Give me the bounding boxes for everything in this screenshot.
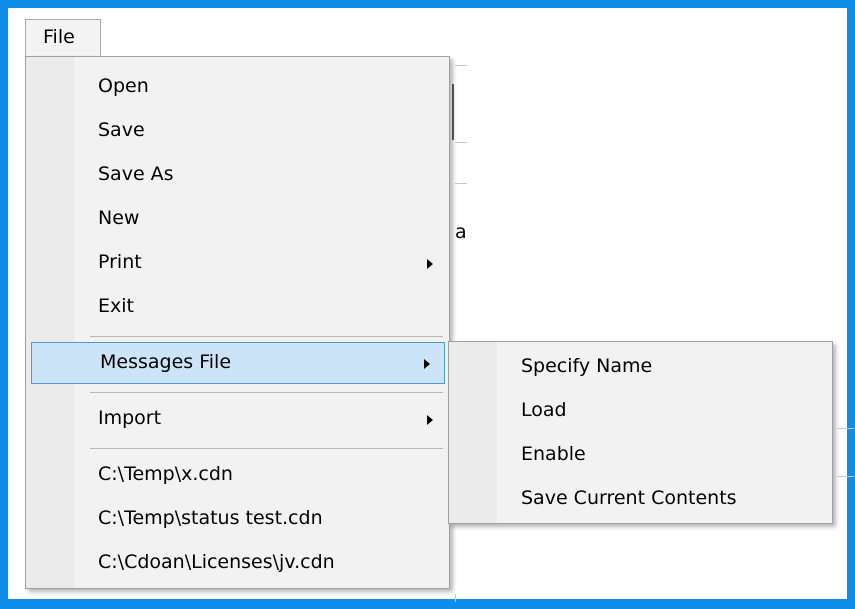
menu-item-open[interactable]: Open: [28, 67, 447, 109]
menu-item-label: Messages File: [100, 351, 232, 373]
menu-item-enable[interactable]: Enable: [451, 435, 830, 477]
submenu-arrow-icon: [427, 259, 433, 269]
menu-item-label: Specify Name: [521, 355, 653, 377]
background-divider: [838, 428, 854, 429]
menu-item-label: New: [98, 207, 140, 229]
menu-item-label: Load: [521, 399, 567, 421]
recent-file-item[interactable]: C:\Temp\x.cdn: [28, 455, 447, 497]
recent-file-label: C:\Cdoan\Licenses\jv.cdn: [98, 551, 335, 573]
background-divider: [455, 594, 456, 602]
menu-separator: [90, 392, 443, 393]
menu-item-label: Save Current Contents: [521, 487, 737, 509]
menu-file-label: File: [43, 26, 75, 48]
menu-item-print[interactable]: Print: [28, 243, 447, 285]
background-divider: [455, 142, 467, 143]
menu-file[interactable]: File: [25, 19, 101, 57]
menu-item-messages-file[interactable]: Messages File: [31, 342, 445, 384]
file-menu: Open Save Save As New Print Exit Message…: [25, 56, 450, 589]
recent-file-item[interactable]: C:\Temp\status test.cdn: [28, 499, 447, 541]
background-text-fragment: a: [455, 221, 467, 243]
menu-item-specify-name[interactable]: Specify Name: [451, 347, 830, 389]
menu-item-label: Open: [98, 75, 149, 97]
background-divider: [838, 476, 854, 477]
menu-item-load[interactable]: Load: [451, 391, 830, 433]
menu-separator: [90, 448, 443, 449]
background-column-edge: [452, 84, 454, 140]
menu-item-import[interactable]: Import: [28, 399, 447, 441]
menu-separator: [90, 336, 443, 337]
menu-item-label: Save As: [98, 163, 174, 185]
background-divider: [455, 183, 467, 184]
menu-item-label: Print: [98, 251, 142, 273]
messages-file-submenu: Specify Name Load Enable Save Current Co…: [448, 341, 833, 524]
submenu-arrow-icon: [424, 359, 430, 369]
menu-item-label: Exit: [98, 295, 134, 317]
menu-item-save[interactable]: Save: [28, 111, 447, 153]
recent-file-label: C:\Temp\x.cdn: [98, 463, 233, 485]
menu-item-label: Enable: [521, 443, 586, 465]
recent-file-label: C:\Temp\status test.cdn: [98, 507, 323, 529]
menu-item-label: Save: [98, 119, 145, 141]
background-panel-edge: [455, 65, 467, 66]
menu-item-label: Import: [98, 407, 162, 429]
recent-file-item[interactable]: C:\Cdoan\Licenses\jv.cdn: [28, 543, 447, 585]
submenu-arrow-icon: [427, 415, 433, 425]
menu-item-save-as[interactable]: Save As: [28, 155, 447, 197]
menu-item-new[interactable]: New: [28, 199, 447, 241]
menu-item-save-current-contents[interactable]: Save Current Contents: [451, 479, 830, 521]
menu-item-exit[interactable]: Exit: [28, 287, 447, 329]
